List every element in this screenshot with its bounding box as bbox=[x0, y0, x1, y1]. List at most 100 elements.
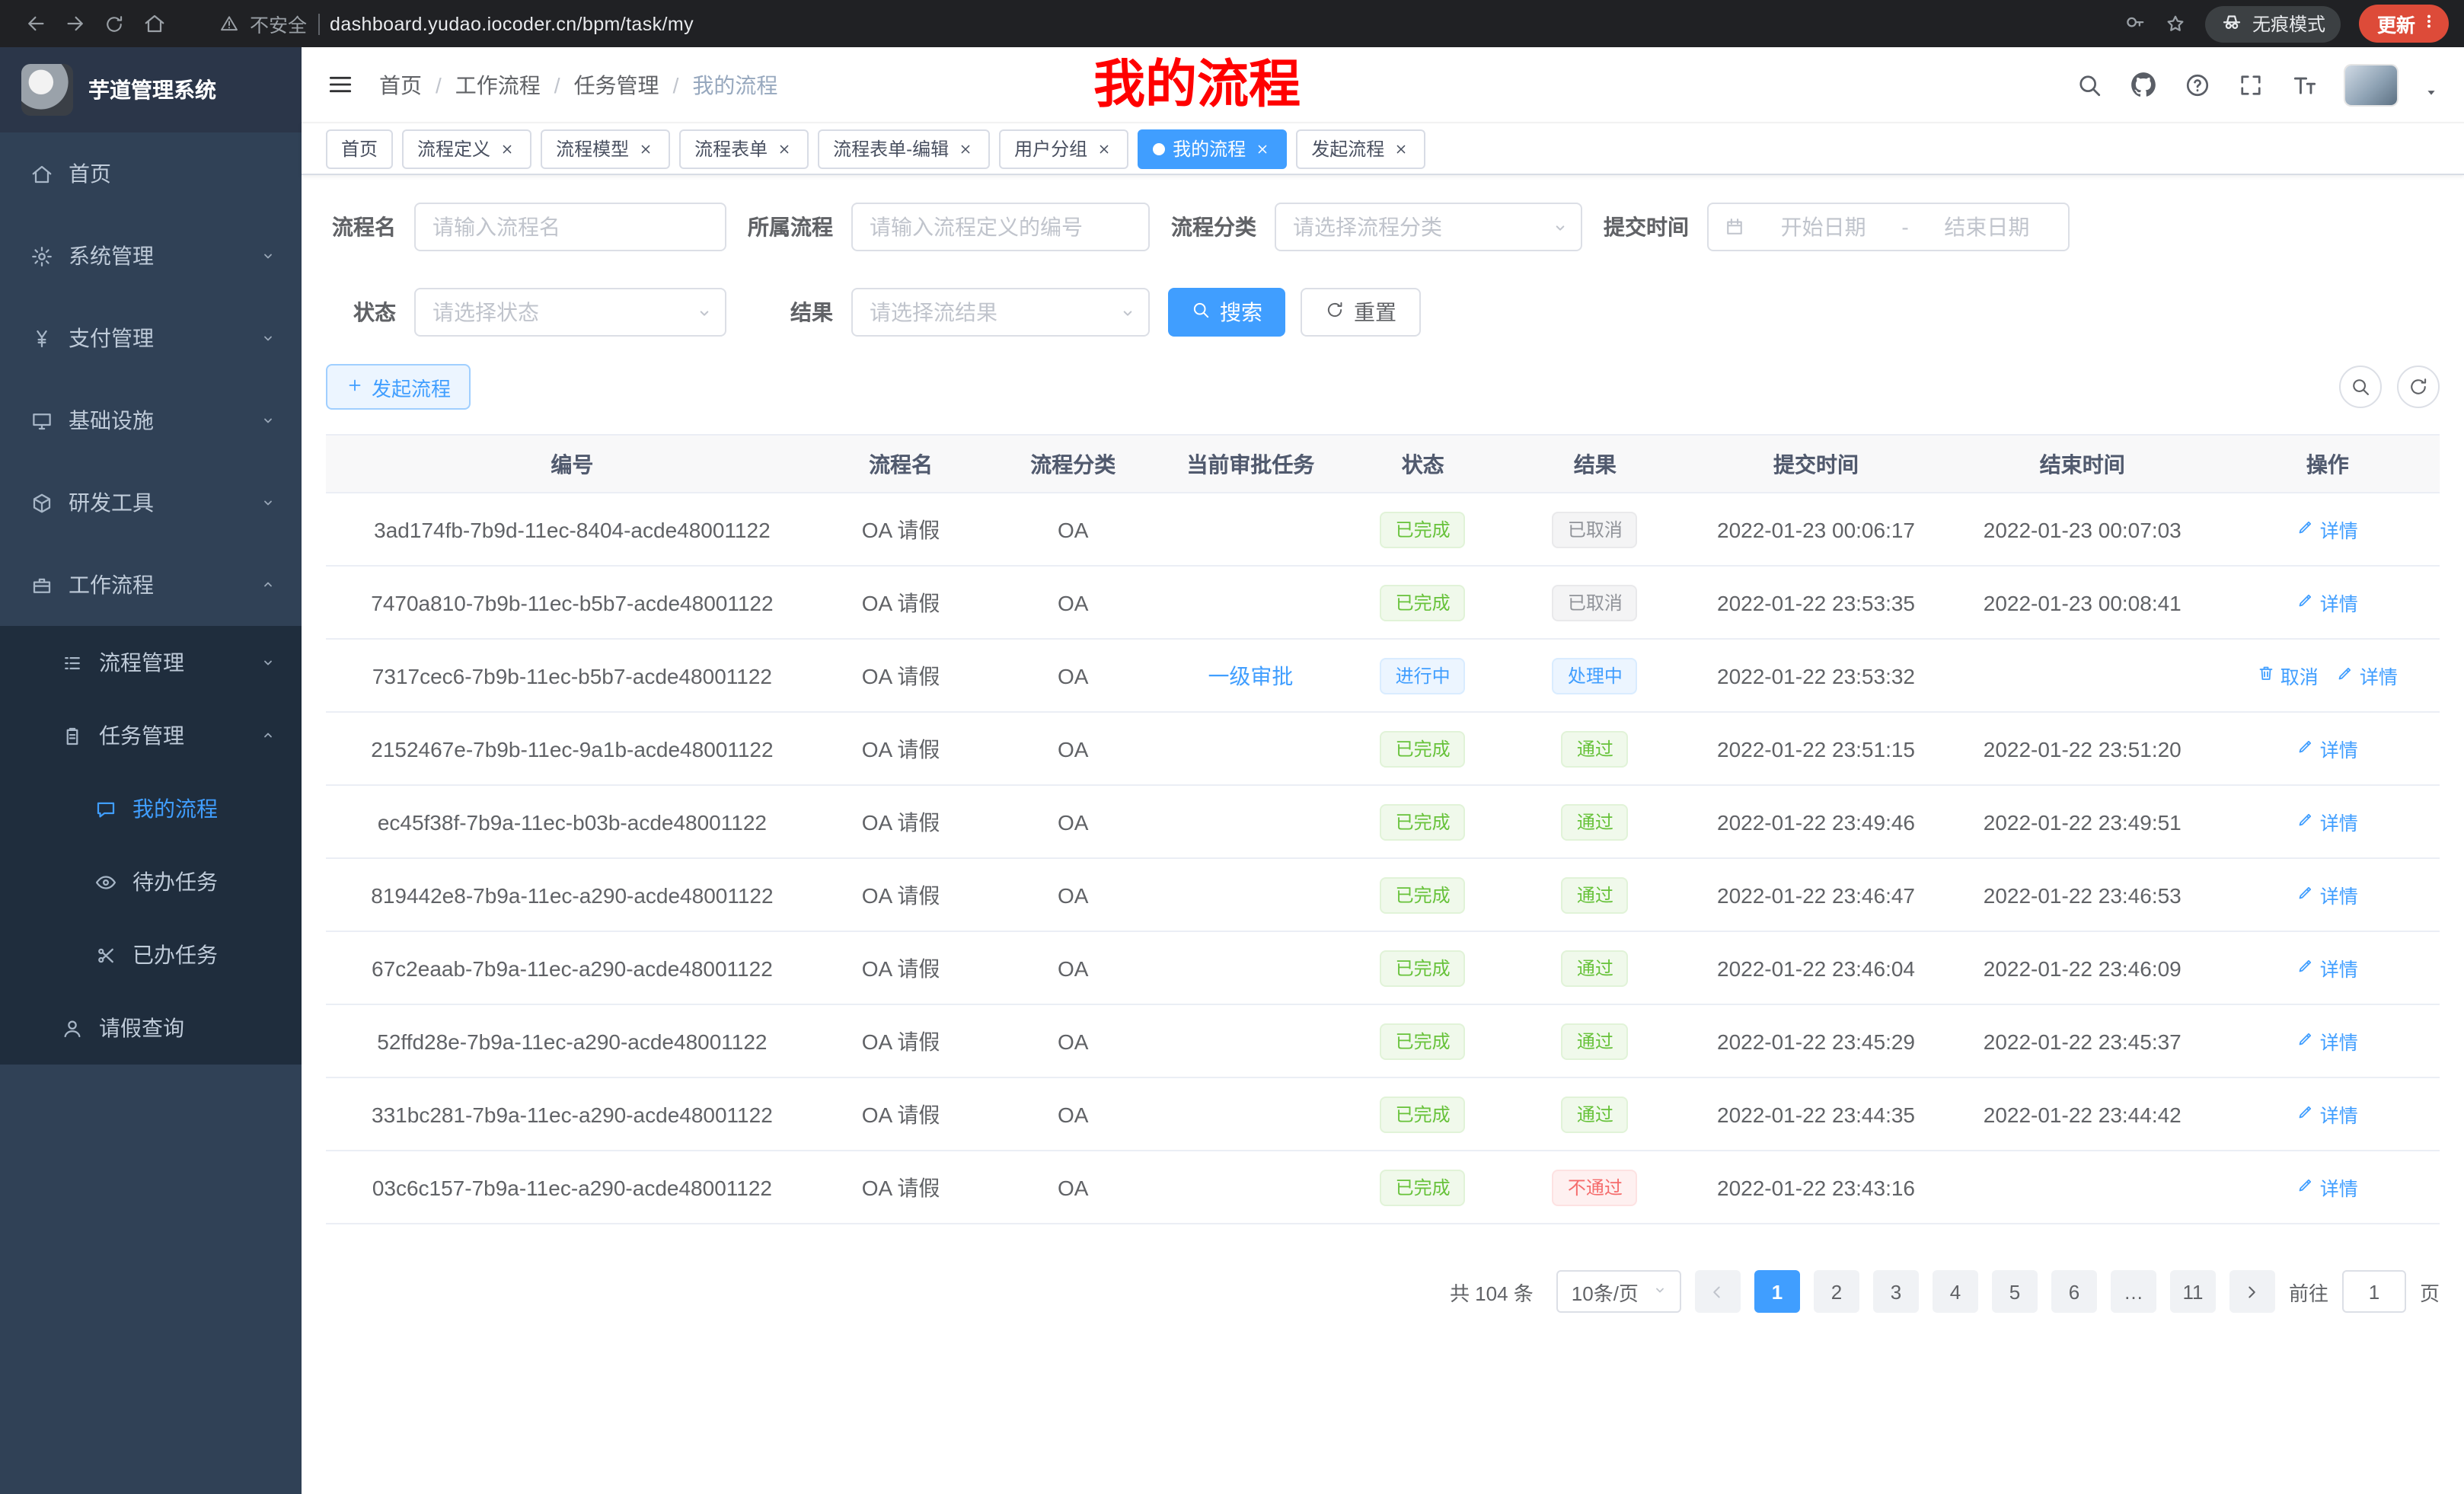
main-area: 首页/工作流程/任务管理/我的流程 我的流程 首页流程定义流程模型流程表单流程表… bbox=[302, 47, 2464, 1494]
detail-link[interactable]: 详情 bbox=[2297, 953, 2358, 982]
sidebar-item-done-task[interactable]: 已办任务 bbox=[0, 918, 302, 991]
prev-page-button[interactable] bbox=[1695, 1270, 1741, 1313]
filter-result-select[interactable]: 请选择流结果 bbox=[851, 288, 1150, 337]
sidebar-item-process-mgmt[interactable]: 流程管理 bbox=[0, 626, 302, 699]
page-button-4[interactable]: 4 bbox=[1933, 1270, 1978, 1313]
page-button-1[interactable]: 1 bbox=[1754, 1270, 1800, 1313]
breadcrumb-item-1[interactable]: 工作流程 bbox=[455, 69, 541, 100]
cell-result: 通过 bbox=[1508, 858, 1683, 931]
browser-home-icon[interactable] bbox=[134, 4, 174, 43]
sidebar-item-payment[interactable]: 支付管理 bbox=[0, 297, 302, 379]
forward-icon[interactable] bbox=[55, 4, 94, 43]
url-text[interactable]: dashboard.yudao.iocoder.cn/bpm/task/my bbox=[330, 13, 694, 34]
tab-close-icon[interactable] bbox=[1392, 139, 1410, 158]
cell-status: 已完成 bbox=[1339, 1151, 1508, 1224]
breadcrumb-item-2[interactable]: 任务管理 bbox=[574, 69, 659, 100]
filter-definition-input[interactable] bbox=[851, 203, 1150, 251]
pager-ellipsis[interactable]: … bbox=[2111, 1270, 2156, 1313]
page-size-select[interactable]: 10条/页 bbox=[1556, 1270, 1681, 1313]
filter-category-select[interactable]: 请选择流程分类 bbox=[1275, 203, 1582, 251]
tab-5[interactable]: 用户分组 bbox=[999, 129, 1128, 168]
address-bar[interactable]: 不安全 dashboard.yudao.iocoder.cn/bpm/task/… bbox=[219, 9, 694, 38]
hamburger-icon[interactable] bbox=[326, 70, 355, 99]
update-button[interactable]: 更新 bbox=[2359, 5, 2449, 43]
detail-link[interactable]: 详情 bbox=[2297, 515, 2358, 544]
detail-link[interactable]: 详情 bbox=[2297, 734, 2358, 763]
key-icon[interactable] bbox=[2123, 12, 2146, 35]
sidebar-item-todo-task[interactable]: 待办任务 bbox=[0, 845, 302, 918]
help-icon[interactable] bbox=[2184, 71, 2211, 98]
detail-link[interactable]: 详情 bbox=[2297, 807, 2358, 836]
search-button[interactable]: 搜索 bbox=[1168, 288, 1285, 337]
detail-link[interactable]: 详情 bbox=[2297, 1026, 2358, 1055]
next-page-button[interactable] bbox=[2229, 1270, 2275, 1313]
header-search-icon[interactable] bbox=[2076, 71, 2103, 98]
tab-2[interactable]: 流程模型 bbox=[541, 129, 670, 168]
tab-close-icon[interactable] bbox=[956, 139, 975, 158]
current-task-link[interactable]: 一级审批 bbox=[1208, 663, 1293, 688]
page-button-11[interactable]: 11 bbox=[2170, 1270, 2216, 1313]
reload-icon[interactable] bbox=[94, 4, 134, 43]
sidebar-item-leave-query[interactable]: 请假查询 bbox=[0, 991, 302, 1065]
tab-6[interactable]: 我的流程 bbox=[1138, 129, 1287, 168]
sidebar-item-task-mgmt[interactable]: 任务管理 bbox=[0, 699, 302, 772]
sidebar-item-my-process[interactable]: 我的流程 bbox=[0, 772, 302, 845]
refresh-icon bbox=[1325, 300, 1345, 324]
table-row: 7317cec6-7b9b-11ec-b5b7-acde48001122OA 请… bbox=[326, 639, 2440, 712]
toggle-search-button[interactable] bbox=[2339, 366, 2382, 408]
tab-4[interactable]: 流程表单-编辑 bbox=[818, 129, 990, 168]
tab-1[interactable]: 流程定义 bbox=[402, 129, 531, 168]
tab-0[interactable]: 首页 bbox=[326, 129, 393, 168]
tab-close-icon[interactable] bbox=[498, 139, 516, 158]
home-icon bbox=[30, 162, 53, 185]
result-tag: 不通过 bbox=[1553, 1169, 1638, 1205]
cancel-link[interactable]: 取消 bbox=[2258, 661, 2319, 690]
sidebar-item-workflow[interactable]: 工作流程 bbox=[0, 544, 302, 626]
cell-status: 已完成 bbox=[1339, 712, 1508, 785]
detail-link[interactable]: 详情 bbox=[2297, 588, 2358, 617]
detail-link[interactable]: 详情 bbox=[2337, 661, 2398, 690]
gear-icon bbox=[30, 244, 53, 267]
cell-result: 已取消 bbox=[1508, 493, 1683, 566]
tab-close-icon[interactable] bbox=[1095, 139, 1113, 158]
sidebar-item-home[interactable]: 首页 bbox=[0, 132, 302, 215]
page-button-5[interactable]: 5 bbox=[1992, 1270, 2038, 1313]
fullscreen-icon[interactable] bbox=[2237, 71, 2265, 98]
github-icon[interactable] bbox=[2129, 70, 2158, 99]
page-button-6[interactable]: 6 bbox=[2051, 1270, 2097, 1313]
sidebar-item-system[interactable]: 系统管理 bbox=[0, 215, 302, 297]
filter-status-select[interactable]: 请选择状态 bbox=[414, 288, 726, 337]
detail-link[interactable]: 详情 bbox=[2297, 880, 2358, 909]
sidebar-item-infrastructure[interactable]: 基础设施 bbox=[0, 379, 302, 461]
tab-close-icon[interactable] bbox=[1253, 139, 1272, 158]
refresh-table-button[interactable] bbox=[2397, 366, 2440, 408]
app-logo[interactable]: 芋道管理系统 bbox=[0, 47, 302, 132]
detail-link[interactable]: 详情 bbox=[2297, 1173, 2358, 1202]
filter-time-range[interactable]: 开始日期 - 结束日期 bbox=[1707, 203, 2070, 251]
create-process-button[interactable]: 发起流程 bbox=[326, 364, 471, 410]
page-button-2[interactable]: 2 bbox=[1814, 1270, 1859, 1313]
breadcrumb-item-0[interactable]: 首页 bbox=[379, 69, 422, 100]
tab-3[interactable]: 流程表单 bbox=[679, 129, 809, 168]
filter-name-input[interactable] bbox=[414, 203, 726, 251]
tab-close-icon[interactable] bbox=[637, 139, 655, 158]
font-size-icon[interactable] bbox=[2290, 70, 2319, 99]
detail-link[interactable]: 详情 bbox=[2297, 1100, 2358, 1128]
cell-end-time: 2022-01-22 23:46:53 bbox=[1949, 858, 2216, 931]
page-button-3[interactable]: 3 bbox=[1873, 1270, 1919, 1313]
avatar-caret-icon[interactable] bbox=[2423, 84, 2440, 101]
tab-close-icon[interactable] bbox=[775, 139, 793, 158]
edit-icon bbox=[2297, 1030, 2316, 1052]
user-avatar[interactable] bbox=[2345, 65, 2397, 104]
goto-page-input[interactable] bbox=[2342, 1270, 2406, 1313]
sidebar-item-devtools[interactable]: 研发工具 bbox=[0, 461, 302, 544]
back-icon[interactable] bbox=[15, 4, 55, 43]
edit-icon bbox=[2337, 664, 2355, 687]
sidebar-menu: 首页系统管理支付管理基础设施研发工具工作流程流程管理任务管理我的流程待办任务已办… bbox=[0, 132, 302, 1065]
star-icon[interactable] bbox=[2164, 12, 2187, 35]
menu-dots-icon[interactable] bbox=[2418, 11, 2440, 37]
edit-icon bbox=[2297, 591, 2316, 614]
column-header: 结果 bbox=[1508, 435, 1683, 493]
reset-button[interactable]: 重置 bbox=[1301, 288, 1421, 337]
tab-7[interactable]: 发起流程 bbox=[1296, 129, 1425, 168]
